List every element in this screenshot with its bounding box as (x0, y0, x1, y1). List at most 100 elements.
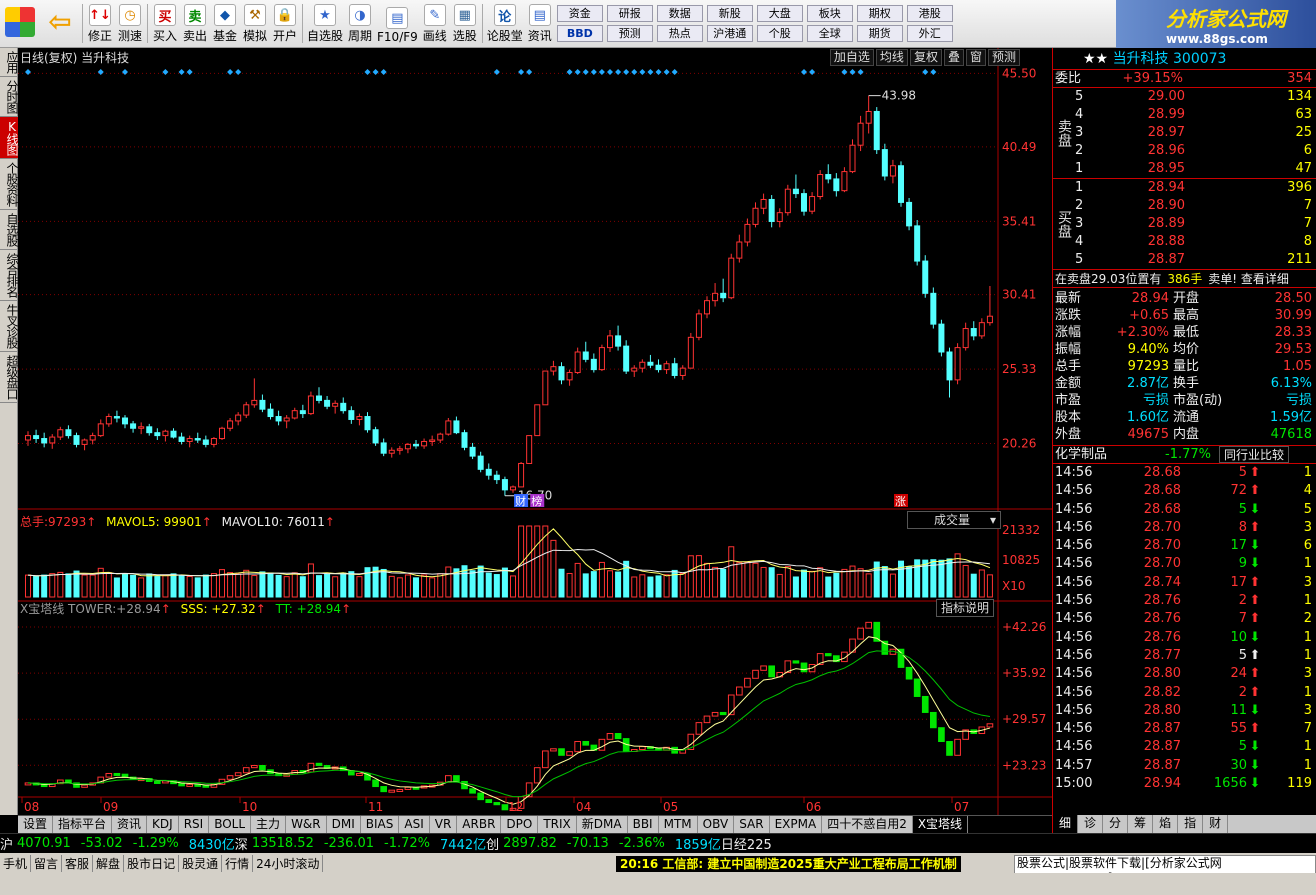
mini-button-1-1[interactable]: 预测 (606, 25, 653, 42)
chart-area[interactable]: 45.5040.4935.4130.4125.3320.2643.9816.70… (18, 48, 1052, 815)
mini-button-3-1[interactable]: 沪港通 (706, 25, 753, 42)
indicator-tab-18[interactable]: OBV (697, 816, 735, 833)
left-tab-2[interactable]: K线图 (0, 117, 19, 159)
industry-compare-button[interactable]: 同行业比较 (1219, 446, 1290, 463)
mini-button-2-0[interactable]: 数据 (656, 5, 703, 22)
toolbar-button-8[interactable]: ◑ 周期 (345, 0, 375, 47)
indicator-tab-13[interactable]: DPO (501, 816, 539, 833)
indicator-tab-16[interactable]: BBI (627, 816, 659, 833)
indicator-tab-14[interactable]: TRIX (538, 816, 577, 833)
toolbar-button-0[interactable]: ↑↓ 修正 (85, 0, 115, 47)
left-tab-0[interactable]: 应用 (0, 48, 19, 77)
footer-item-0[interactable]: 手机 (0, 854, 32, 872)
indicator-tab-6[interactable]: 主力 (251, 816, 287, 833)
volume-indicator-select[interactable]: 成交量 ▾ (907, 511, 1001, 529)
chart-button-0[interactable]: 加自选 (829, 49, 874, 66)
buys-level-4[interactable]: 5 28.87 211 (1075, 251, 1316, 269)
mini-button-1-0[interactable]: 研报 (606, 5, 653, 22)
sells-level-4[interactable]: 1 28.95 47 (1075, 160, 1316, 178)
indicator-tab-4[interactable]: RSI (178, 816, 210, 833)
toolbar-button-13[interactable]: ▤ 资讯 (525, 0, 555, 47)
indicator-tab-15[interactable]: 新DMA (576, 816, 628, 833)
left-tab-3[interactable]: 个股资料 (0, 159, 19, 210)
toolbar-button-11[interactable]: ▦ 选股 (450, 0, 480, 47)
chart-button-3[interactable]: 叠 (943, 49, 964, 66)
left-tab-1[interactable]: 分时图 (0, 77, 19, 117)
sells-level-0[interactable]: 5 29.00 134 (1075, 88, 1316, 106)
toolbar-button-2[interactable]: 买买入 (150, 0, 180, 47)
buys-level-1[interactable]: 2 28.90 7 (1075, 197, 1316, 215)
toolbar-button-1[interactable]: ◷ 测速 (115, 0, 145, 47)
left-tab-6[interactable]: 牛叉诊股 (0, 301, 19, 352)
tick-list[interactable]: 14:56 28.68 5 ⬆ 1 14:56 28.68 72 ⬆ 4 14:56 28.68 5 ⬇ 5… (1053, 464, 1316, 793)
mini-button-2-1[interactable]: 热点 (656, 25, 703, 42)
toolbar-button-3[interactable]: 卖卖出 (180, 0, 210, 47)
mini-button-6-0[interactable]: 期权 (856, 5, 903, 22)
indicator-tab-11[interactable]: VR (429, 816, 458, 833)
left-tab-5[interactable]: 综合排名 (0, 250, 19, 301)
mini-button-0-0[interactable]: 资金 (556, 5, 603, 22)
chart-button-1[interactable]: 均线 (875, 49, 908, 66)
footer-item-4[interactable]: 股市日记 (124, 854, 180, 872)
indicator-tab-1[interactable]: 指标平台 (53, 816, 113, 833)
buys-level-3[interactable]: 4 28.88 8 (1075, 233, 1316, 251)
mini-button-4-0[interactable]: 大盘 (756, 5, 803, 22)
toolbar-button-10[interactable]: ✎ 画线 (420, 0, 450, 47)
panel-tab-2[interactable]: 分 (1103, 815, 1129, 833)
indicator-tab-12[interactable]: ARBR (457, 816, 502, 833)
big-order-notice[interactable]: 在卖盘29.03位置有 386手 卖单! 查看详细 (1053, 270, 1316, 288)
home-button[interactable] (0, 0, 40, 47)
indicator-tab-21[interactable]: 四十不惑自用2 (822, 816, 913, 833)
toolbar-button-7[interactable]: ★ 自选股 (305, 0, 345, 47)
indicator-tab-22[interactable]: X宝塔线 (912, 816, 969, 833)
chart-button-4[interactable]: 窗 (965, 49, 986, 66)
news-ticker[interactable]: 20:16 工信部: 建立中国制造2025重大产业工程布局工作机制 (616, 856, 961, 872)
indicator-tab-0[interactable]: 设置 (18, 816, 54, 833)
back-button[interactable]: ⇦ (40, 0, 80, 47)
footer-item-6[interactable]: 行情 (222, 854, 254, 872)
sells-level-1[interactable]: 4 28.99 63 (1075, 106, 1316, 124)
mini-button-6-1[interactable]: 期货 (856, 25, 903, 42)
mini-button-5-0[interactable]: 板块 (806, 5, 853, 22)
indicator-tab-20[interactable]: EXPMA (769, 816, 823, 833)
mini-button-7-1[interactable]: 外汇 (906, 25, 953, 42)
toolbar-button-12[interactable]: 论论股堂 (485, 0, 525, 47)
footer-item-3[interactable]: 解盘 (93, 854, 125, 872)
indicator-tab-5[interactable]: BOLL (209, 816, 252, 833)
chart-button-5[interactable]: 预测 (987, 49, 1020, 66)
mini-button-7-0[interactable]: 港股 (906, 5, 953, 22)
chart-button-2[interactable]: 复权 (909, 49, 942, 66)
panel-tab-6[interactable]: 财 (1203, 815, 1229, 833)
footer-item-1[interactable]: 留言 (31, 854, 63, 872)
indicator-tab-10[interactable]: ASI (399, 816, 430, 833)
mini-button-3-0[interactable]: 新股 (706, 5, 753, 22)
left-tab-7[interactable]: 超级盘口 (0, 352, 19, 403)
panel-tab-0[interactable]: 细 (1053, 815, 1079, 833)
indicator-tab-8[interactable]: DMI (326, 816, 361, 833)
toolbar-button-6[interactable]: 🔒 开户 (270, 0, 300, 47)
panel-tab-5[interactable]: 指 (1178, 815, 1204, 833)
mini-button-4-1[interactable]: 个股 (756, 25, 803, 42)
indicator-tab-19[interactable]: SAR (734, 816, 770, 833)
panel-tab-1[interactable]: 诊 (1078, 815, 1104, 833)
indicator-tab-9[interactable]: BIAS (360, 816, 400, 833)
buys-level-0[interactable]: 1 28.94 396 (1075, 179, 1316, 197)
footer-item-2[interactable]: 客服 (62, 854, 94, 872)
toolbar-button-9[interactable]: ▤ F10/F9 (375, 0, 420, 47)
footer-item-7[interactable]: 24小时滚动 (253, 854, 324, 872)
indicator-tab-7[interactable]: W&R (286, 816, 327, 833)
mini-button-5-1[interactable]: 全球 (806, 25, 853, 42)
indicator-help-button[interactable]: 指标说明 (936, 599, 995, 617)
panel-tab-4[interactable]: 焰 (1153, 815, 1179, 833)
indicator-tab-17[interactable]: MTM (658, 816, 698, 833)
mini-button-0-1[interactable]: BBD (556, 25, 603, 42)
indicator-tab-2[interactable]: 资讯 (112, 816, 148, 833)
left-tab-4[interactable]: 自选股 (0, 210, 19, 250)
buys-level-2[interactable]: 3 28.89 7 (1075, 215, 1316, 233)
sells-level-2[interactable]: 3 28.97 25 (1075, 124, 1316, 142)
indicator-tab-3[interactable]: KDJ (147, 816, 179, 833)
toolbar-button-4[interactable]: ◆ 基金 (210, 0, 240, 47)
toolbar-button-5[interactable]: ⚒ 模拟 (240, 0, 270, 47)
sells-level-3[interactable]: 2 28.96 6 (1075, 142, 1316, 160)
panel-tab-3[interactable]: 筹 (1128, 815, 1154, 833)
